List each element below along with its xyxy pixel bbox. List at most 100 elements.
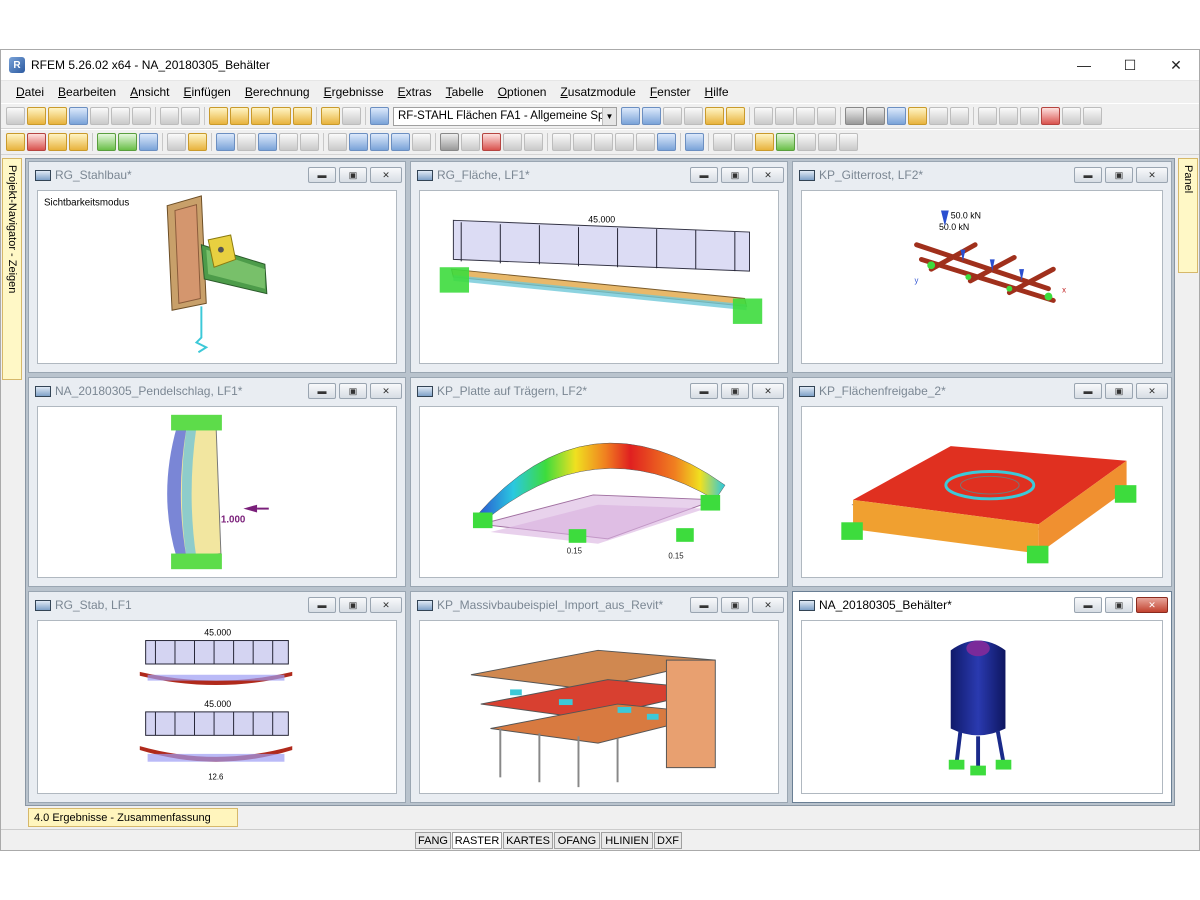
restore-icon[interactable]: ▣ [1105,597,1133,613]
results-icon[interactable] [293,107,312,125]
tool2-icon[interactable] [1083,107,1102,125]
close-button[interactable]: ✕ [1153,50,1199,81]
close-icon[interactable]: ✕ [752,597,784,613]
menu-berechnung[interactable]: Berechnung [238,85,317,99]
diagram2-icon[interactable] [796,107,815,125]
support2-icon[interactable] [118,133,137,151]
zoom-icon[interactable] [663,107,682,125]
snap-icon[interactable] [887,107,906,125]
menu-optionen[interactable]: Optionen [491,85,554,99]
edit-icon[interactable] [209,107,228,125]
target-icon[interactable] [251,107,270,125]
minimize-icon[interactable]: ▬ [308,383,336,399]
render-solid-icon[interactable] [755,133,774,151]
minimize-icon[interactable]: ▬ [308,167,336,183]
window-behaelter[interactable]: NA_20180305_Behälter* ▬ ▣ ✕ [792,591,1172,803]
status-hlinien[interactable]: HLINIEN [601,832,653,849]
menu-tabelle[interactable]: Tabelle [439,85,491,99]
close-icon[interactable]: ✕ [370,597,402,613]
model-view[interactable] [801,620,1163,794]
undo-icon[interactable] [160,107,179,125]
model-view[interactable] [419,620,779,794]
tool-icon[interactable] [1062,107,1081,125]
status-dxf[interactable]: DXF [654,832,682,849]
chevron-down-icon[interactable]: ▼ [602,107,616,125]
window-rg-stahlbau[interactable]: RG_Stahlbau* ▬ ▣ ✕ Sichtbarkeitsmodus [28,161,406,373]
view-results-icon[interactable] [705,107,724,125]
surface-icon[interactable] [139,133,158,151]
print-icon[interactable] [90,107,109,125]
pen-icon[interactable] [797,133,816,151]
cube-icon[interactable] [776,133,795,151]
restore-icon[interactable]: ▣ [721,597,749,613]
rotate-icon[interactable] [999,107,1018,125]
restore-icon[interactable]: ▣ [339,167,367,183]
restore-icon[interactable]: ▣ [721,383,749,399]
new-file-icon[interactable] [6,107,25,125]
minimize-icon[interactable]: ▬ [690,167,718,183]
restore-icon[interactable]: ▣ [339,597,367,613]
view-icon[interactable] [328,133,347,151]
solid-icon[interactable] [734,133,753,151]
support-icon[interactable] [97,133,116,151]
minimize-icon[interactable]: ▬ [1074,383,1102,399]
view3-icon[interactable] [370,133,389,151]
status-raster[interactable]: RASTER [452,832,502,849]
model2-icon[interactable] [461,133,480,151]
delete-icon[interactable] [1041,107,1060,125]
dxf-icon[interactable] [929,107,948,125]
axis-y-icon[interactable] [573,133,592,151]
member-icon[interactable] [48,133,67,151]
print-report-icon[interactable] [111,107,130,125]
load4-icon[interactable] [279,133,298,151]
minimize-icon[interactable]: ▬ [690,597,718,613]
menu-einfuegen[interactable]: Einfügen [176,85,237,99]
load3-icon[interactable] [258,133,277,151]
model-icon[interactable] [440,133,459,151]
restore-icon[interactable]: ▣ [339,383,367,399]
minimize-icon[interactable]: ▬ [690,383,718,399]
model-view[interactable]: 50.0 kN 50.0 kN y x [801,190,1163,364]
close-icon[interactable]: ✕ [752,167,784,183]
minimize-icon[interactable]: ▬ [308,597,336,613]
grid2-icon[interactable] [866,107,885,125]
search-icon[interactable] [230,107,249,125]
shading-icon[interactable] [685,133,704,151]
load2-icon[interactable] [237,133,256,151]
maximize-button[interactable]: ☐ [1107,50,1153,81]
app-icon[interactable]: R [9,57,25,73]
open-project-icon[interactable] [48,107,67,125]
minimize-icon[interactable]: ▬ [1074,597,1102,613]
window-rg-flaeche[interactable]: RG_Fläche, LF1* ▬ ▣ ✕ 45.000 [410,161,788,373]
minimize-button[interactable]: — [1061,50,1107,81]
navigator-results-tab[interactable]: 4.0 Ergebnisse - Zusammenfassung [28,808,238,827]
close-icon[interactable]: ✕ [1136,167,1168,183]
line-icon[interactable] [27,133,46,151]
wireframe-icon[interactable] [713,133,732,151]
status-kartes[interactable]: KARTES [503,832,553,849]
menu-zusatzmodule[interactable]: Zusatzmodule [553,85,642,99]
xxx-icon[interactable] [684,107,703,125]
load5-icon[interactable] [300,133,319,151]
view5-icon[interactable] [412,133,431,151]
view4-icon[interactable] [391,133,410,151]
restore-icon[interactable]: ▣ [1105,383,1133,399]
menu-datei[interactable]: Datei [9,85,51,99]
window-flaechenfreigabe[interactable]: KP_Flächenfreigabe_2* ▬ ▣ ✕ [792,377,1172,587]
status-fang[interactable]: FANG [415,832,451,849]
mirror-icon[interactable] [1020,107,1039,125]
calculate-icon[interactable] [272,107,291,125]
diagram3-icon[interactable] [817,107,836,125]
window-pendelschlag[interactable]: NA_20180305_Pendelschlag, LF1* ▬ ▣ ✕ 1.0… [28,377,406,587]
view2-icon[interactable] [349,133,368,151]
arrow-right-icon[interactable] [642,107,661,125]
dimension-icon[interactable] [188,133,207,151]
load-icon[interactable] [216,133,235,151]
menu-fenster[interactable]: Fenster [643,85,698,99]
window-kp-gitterrost[interactable]: KP_Gitterrost, LF2* ▬ ▣ ✕ 50.0 kN 50.0 k… [792,161,1172,373]
model-view[interactable]: 0.15 0.15 [419,406,779,578]
grid-icon[interactable] [845,107,864,125]
axis-x-icon[interactable] [552,133,571,151]
axis-minus-y-icon[interactable] [636,133,655,151]
model-view[interactable]: 1.000 [37,406,397,578]
